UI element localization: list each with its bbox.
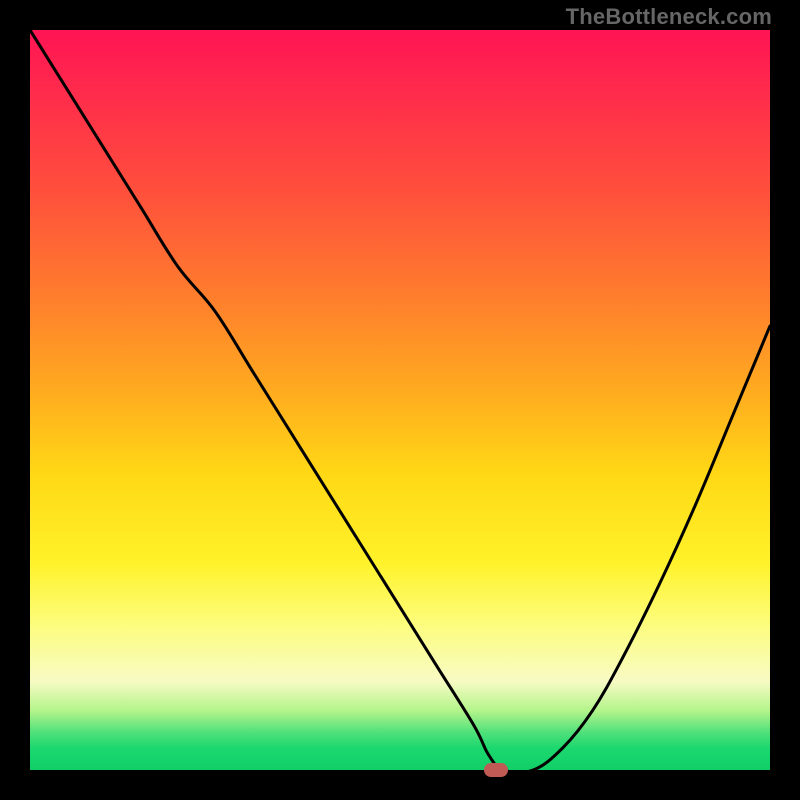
attribution-label: TheBottleneck.com: [566, 4, 772, 30]
plot-area: [30, 30, 770, 770]
chart-frame: TheBottleneck.com: [0, 0, 800, 800]
bottleneck-curve: [30, 30, 770, 770]
optimal-point-marker: [484, 763, 508, 777]
